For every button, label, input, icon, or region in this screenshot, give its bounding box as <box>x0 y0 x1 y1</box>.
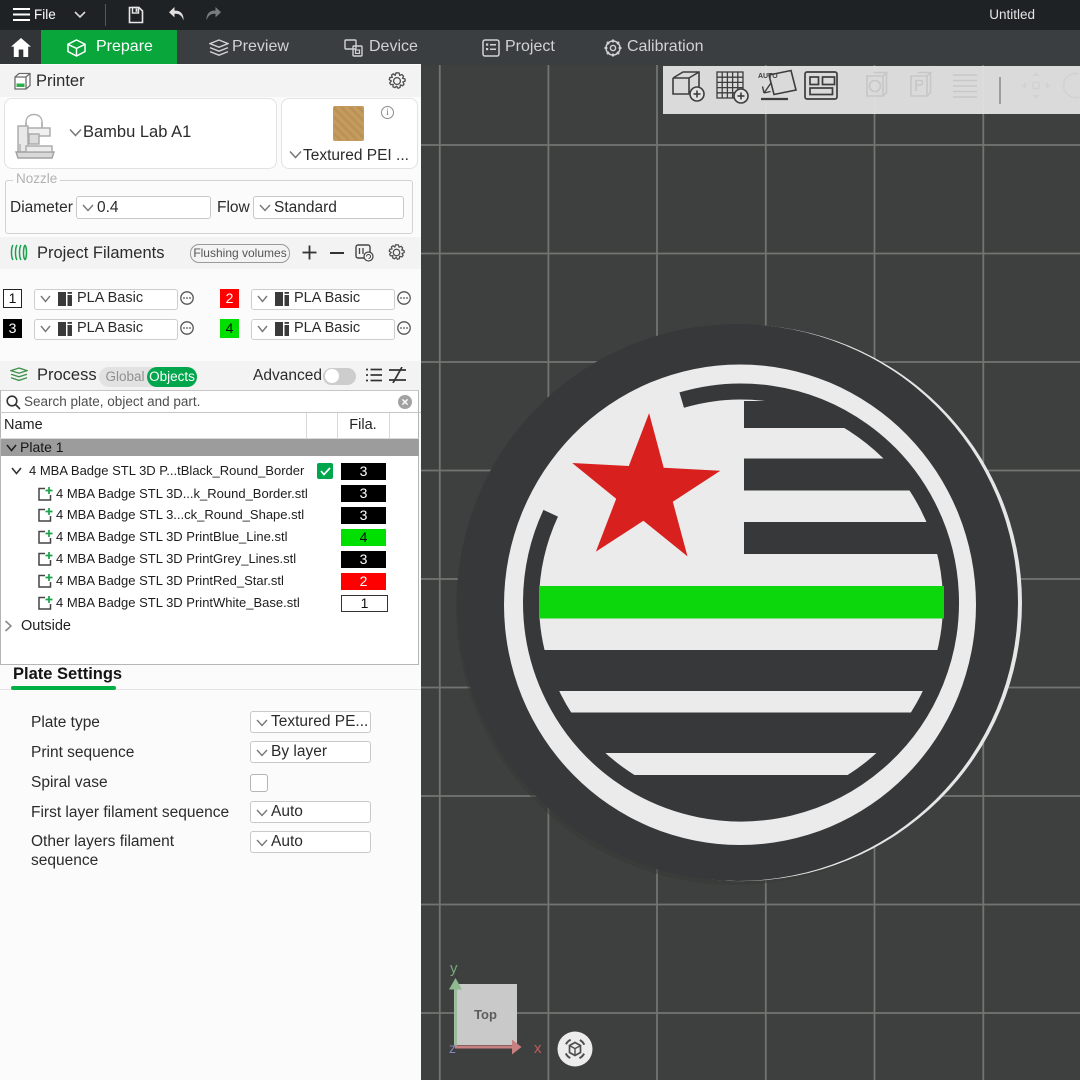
svg-text:x: x <box>534 1040 542 1057</box>
svg-text:AUTO: AUTO <box>758 73 778 80</box>
svg-text:y: y <box>450 960 458 977</box>
svg-text:z: z <box>449 1040 456 1056</box>
